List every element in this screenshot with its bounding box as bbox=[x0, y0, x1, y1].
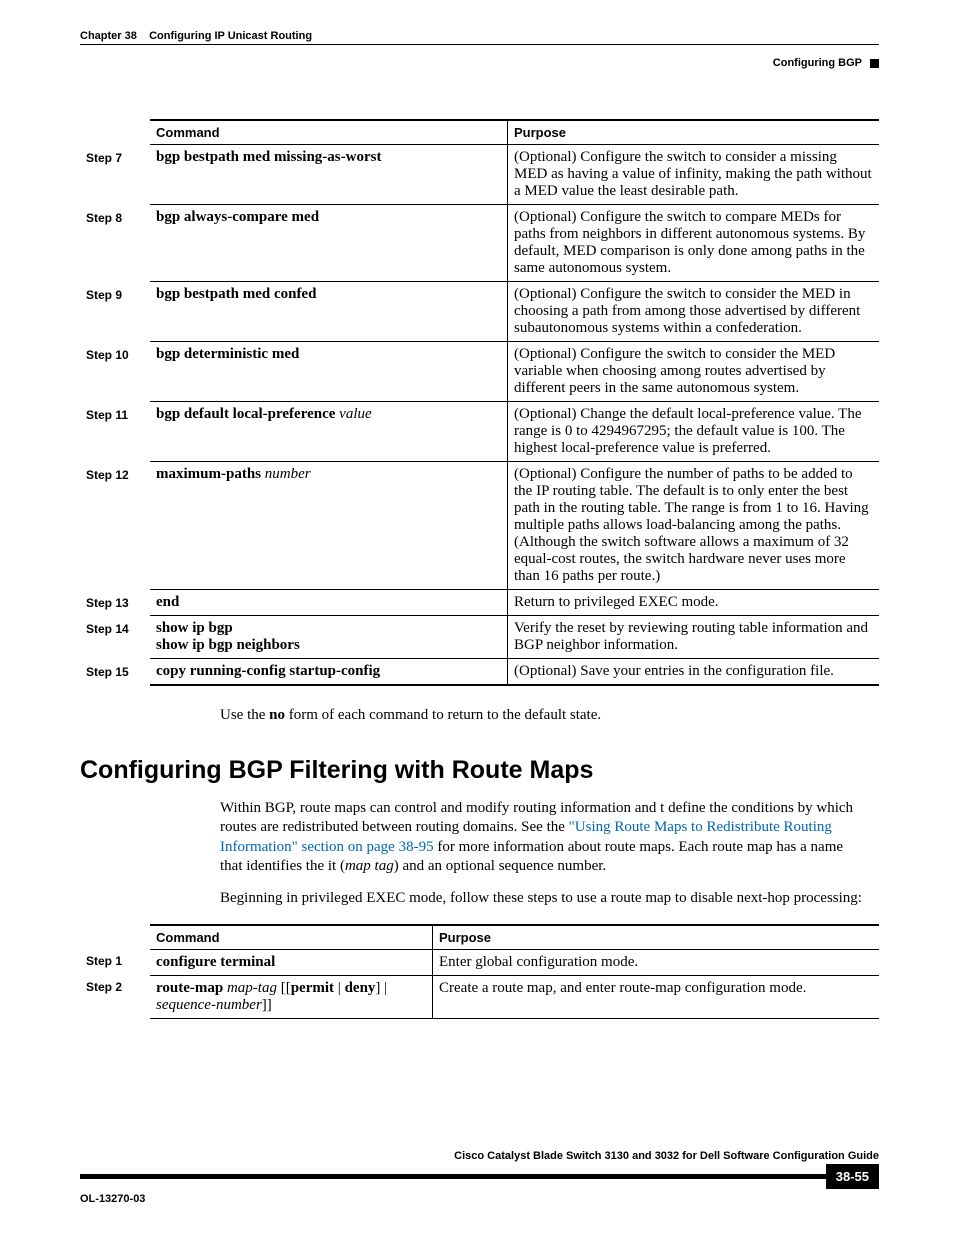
step-label: Step 15 bbox=[80, 659, 150, 686]
col-purpose: Purpose bbox=[508, 120, 880, 145]
purpose-cell: Verify the reset by reviewing routing ta… bbox=[508, 616, 880, 659]
page-number: 38-55 bbox=[826, 1164, 879, 1189]
command-cell: maximum-paths number bbox=[150, 462, 508, 590]
step-label: Step 9 bbox=[80, 282, 150, 342]
command-cell: show ip bgpshow ip bgp neighbors bbox=[150, 616, 508, 659]
step-label: Step 12 bbox=[80, 462, 150, 590]
step-label: Step 1 bbox=[80, 950, 150, 976]
command-cell: route-map map-tag [[permit | deny] | seq… bbox=[150, 976, 433, 1019]
step-label: Step 10 bbox=[80, 342, 150, 402]
col-command: Command bbox=[150, 120, 508, 145]
command-cell: bgp default local-preference value bbox=[150, 402, 508, 462]
doc-id: OL-13270-03 bbox=[80, 1193, 879, 1205]
purpose-cell: (Optional) Change the default local-pref… bbox=[508, 402, 880, 462]
step-label: Step 7 bbox=[80, 145, 150, 205]
command-cell: bgp bestpath med missing-as-worst bbox=[150, 145, 508, 205]
step-label: Step 2 bbox=[80, 976, 150, 1019]
decoration-square bbox=[870, 59, 879, 68]
purpose-cell: (Optional) Configure the switch to consi… bbox=[508, 282, 880, 342]
step-label: Step 8 bbox=[80, 205, 150, 282]
command-cell: bgp deterministic med bbox=[150, 342, 508, 402]
purpose-cell: (Optional) Configure the switch to consi… bbox=[508, 342, 880, 402]
command-table-2: Command Purpose Step 1configure terminal… bbox=[80, 924, 879, 1019]
purpose-cell: Create a route map, and enter route-map … bbox=[433, 976, 880, 1019]
chapter-label: Chapter 38 bbox=[80, 30, 137, 42]
purpose-cell: (Optional) Configure the switch to compa… bbox=[508, 205, 880, 282]
purpose-cell: (Optional) Save your entries in the conf… bbox=[508, 659, 880, 686]
paragraph-2: Beginning in privileged EXEC mode, follo… bbox=[220, 889, 869, 909]
step-label: Step 11 bbox=[80, 402, 150, 462]
purpose-cell: Enter global configuration mode. bbox=[433, 950, 880, 976]
purpose-cell: Return to privileged EXEC mode. bbox=[508, 590, 880, 616]
col2-command: Command bbox=[150, 925, 433, 950]
step-label: Step 13 bbox=[80, 590, 150, 616]
paragraph-1: Within BGP, route maps can control and m… bbox=[220, 799, 869, 877]
command-cell: bgp bestpath med confed bbox=[150, 282, 508, 342]
col2-purpose: Purpose bbox=[433, 925, 880, 950]
note-text: Use the no form of each command to retur… bbox=[220, 706, 869, 726]
purpose-cell: (Optional) Configure the number of paths… bbox=[508, 462, 880, 590]
command-cell: configure terminal bbox=[150, 950, 433, 976]
command-table-1: Command Purpose Step 7bgp bestpath med m… bbox=[80, 119, 879, 686]
chapter-title: Configuring IP Unicast Routing bbox=[149, 30, 312, 42]
command-cell: bgp always-compare med bbox=[150, 205, 508, 282]
section-title: Configuring BGP bbox=[773, 57, 862, 69]
command-cell: end bbox=[150, 590, 508, 616]
step-label: Step 14 bbox=[80, 616, 150, 659]
command-cell: copy running-config startup-config bbox=[150, 659, 508, 686]
guide-title: Cisco Catalyst Blade Switch 3130 and 303… bbox=[80, 1150, 879, 1164]
section-heading: Configuring BGP Filtering with Route Map… bbox=[80, 756, 879, 785]
purpose-cell: (Optional) Configure the switch to consi… bbox=[508, 145, 880, 205]
